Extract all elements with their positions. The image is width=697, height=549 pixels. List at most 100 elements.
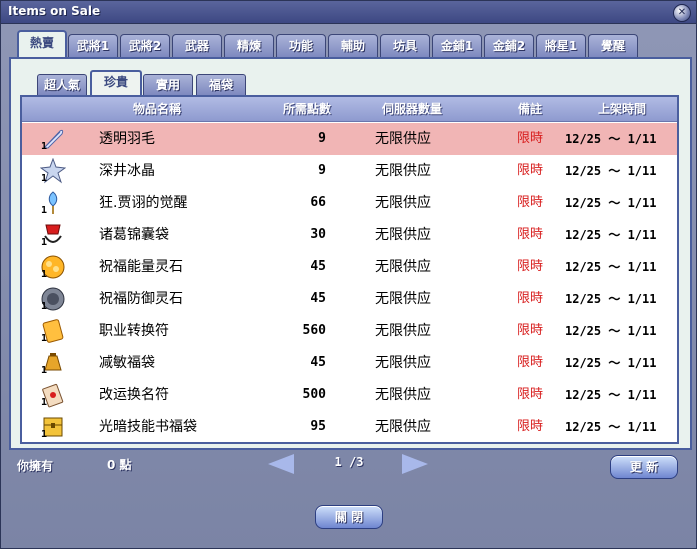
- item-note: 限時: [516, 291, 543, 306]
- item-quantity: 1: [41, 141, 48, 152]
- item-quantity: 1: [41, 397, 48, 408]
- item-name: 透明羽毛: [99, 131, 155, 147]
- item-period: 12/25 ～ 1/11: [565, 324, 657, 338]
- item-note: 限時: [516, 163, 543, 178]
- tab-general-star-1[interactable]: 將星1: [536, 34, 586, 57]
- item-period: 12/25 ～ 1/11: [565, 388, 657, 402]
- item-name: 光暗技能书福袋: [99, 419, 197, 435]
- tab-refine[interactable]: 精煉: [224, 34, 274, 57]
- tab-generals-2[interactable]: 武將2: [120, 34, 170, 57]
- close-window-icon[interactable]: ✕: [673, 4, 691, 22]
- item-stock: 无限供应: [375, 195, 431, 211]
- subtab-popular[interactable]: 超人氣: [37, 74, 87, 95]
- prev-page-arrow-icon[interactable]: [268, 454, 294, 474]
- tab-gold-shop-1[interactable]: 金鋪1: [432, 34, 482, 57]
- subtab-lucky-bag[interactable]: 福袋: [196, 74, 246, 95]
- item-note: 限時: [516, 419, 543, 434]
- item-name: 职业转换符: [99, 323, 169, 339]
- item-price: 45: [310, 291, 326, 306]
- item-quantity: 1: [41, 301, 48, 312]
- table-row[interactable]: 1 改运换名符 500 无限供应 限時 12/25 ～ 1/11: [22, 379, 677, 411]
- tab-support[interactable]: 輔助: [328, 34, 378, 57]
- item-price: 95: [310, 419, 326, 434]
- header-server-stock: 伺服器數量: [381, 102, 442, 116]
- item-quantity: 1: [41, 365, 48, 376]
- item-name: 诸葛锦囊袋: [99, 227, 169, 243]
- item-price: 45: [310, 259, 326, 274]
- item-period: 12/25 ～ 1/11: [565, 164, 657, 178]
- item-note: 限時: [516, 259, 543, 274]
- table-row[interactable]: 1 诸葛锦囊袋 30 无限供应 限時 12/25 ～ 1/11: [22, 219, 677, 251]
- item-note: 限時: [516, 387, 543, 402]
- window-title: Items on Sale: [8, 4, 101, 18]
- item-note: 限時: [516, 323, 543, 338]
- header-item-name: 物品名稱: [132, 102, 181, 116]
- items-table: 物品名稱 所需點數 伺服器數量 備註 上架時間 1 透明羽毛 9 无限供应 限時 12/2…: [20, 95, 679, 444]
- item-quantity: 1: [41, 173, 48, 184]
- page-indicator: 1 /3: [334, 455, 364, 469]
- item-name: 减敏福袋: [99, 355, 155, 371]
- pagination: 1 /3: [268, 452, 438, 476]
- item-period: 12/25 ～ 1/11: [565, 292, 657, 306]
- item-price: 500: [302, 387, 326, 402]
- close-button[interactable]: 關 閉: [315, 505, 383, 529]
- item-stock: 无限供应: [375, 227, 431, 243]
- table-row[interactable]: 1 光暗技能书福袋 95 无限供应 限時 12/25 ～ 1/11: [22, 411, 677, 443]
- item-price: 30: [310, 227, 326, 242]
- tab-awakening[interactable]: 覺醒: [588, 34, 638, 57]
- item-quantity: 1: [41, 333, 48, 344]
- item-stock: 无限供应: [375, 131, 431, 147]
- item-name: 祝福防御灵石: [99, 291, 183, 307]
- title-bar[interactable]: Items on Sale ✕: [1, 1, 696, 24]
- next-page-arrow-icon[interactable]: [402, 454, 428, 474]
- item-quantity: 1: [41, 237, 48, 248]
- item-stock: 无限供应: [375, 323, 431, 339]
- item-price: 560: [302, 323, 326, 338]
- item-name: 改运换名符: [99, 387, 169, 403]
- table-row[interactable]: 1 狂.贾诩的觉醒 66 无限供应 限時 12/25 ～ 1/11: [22, 187, 677, 219]
- tab-weapons[interactable]: 武器: [172, 34, 222, 57]
- table-row[interactable]: 1 职业转换符 560 无限供应 限時 12/25 ～ 1/11: [22, 315, 677, 347]
- table-row[interactable]: 1 祝福防御灵石 45 无限供应 限時 12/25 ～ 1/11: [22, 283, 677, 315]
- tab-hot[interactable]: 熱賣: [17, 30, 67, 60]
- owned-points-label: 你擁有: [17, 459, 54, 473]
- item-stock: 无限供应: [375, 291, 431, 307]
- table-row[interactable]: 1 透明羽毛 9 无限供应 限時 12/25 ～ 1/11: [22, 123, 677, 155]
- header-note: 備註: [517, 102, 542, 116]
- item-quantity: 1: [41, 269, 48, 280]
- tab-generals-1[interactable]: 武將1: [68, 34, 118, 57]
- header-price: 所需點數: [282, 102, 331, 116]
- refresh-button[interactable]: 更 新: [610, 455, 678, 479]
- table-header: 物品名稱 所需點數 伺服器數量 備註 上架時間: [22, 97, 677, 122]
- table-row[interactable]: 1 祝福能量灵石 45 无限供应 限時 12/25 ～ 1/11: [22, 251, 677, 283]
- item-note: 限時: [516, 227, 543, 242]
- owned-points-value: 0 點: [107, 458, 132, 472]
- item-note: 限時: [516, 131, 543, 146]
- item-period: 12/25 ～ 1/11: [565, 420, 657, 434]
- item-note: 限時: [516, 195, 543, 210]
- item-price: 66: [310, 195, 326, 210]
- item-stock: 无限供应: [375, 259, 431, 275]
- item-stock: 无限供应: [375, 163, 431, 179]
- tab-gold-shop-2[interactable]: 金鋪2: [484, 34, 534, 57]
- item-period: 12/25 ～ 1/11: [565, 228, 657, 242]
- item-period: 12/25 ～ 1/11: [565, 260, 657, 274]
- item-name: 祝福能量灵石: [99, 259, 183, 275]
- item-stock: 无限供应: [375, 419, 431, 435]
- item-price: 9: [318, 163, 326, 178]
- subtab-practical[interactable]: 實用: [143, 74, 193, 95]
- table-row[interactable]: 1 深井冰晶 9 无限供应 限時 12/25 ～ 1/11: [22, 155, 677, 187]
- tab-armor[interactable]: 坊具: [380, 34, 430, 57]
- tab-function[interactable]: 功能: [276, 34, 326, 57]
- item-price: 45: [310, 355, 326, 370]
- subtab-precious[interactable]: 珍貴: [90, 70, 142, 98]
- table-row[interactable]: 1 减敏福袋 45 无限供应 限時 12/25 ～ 1/11: [22, 347, 677, 379]
- header-sale-period: 上架時間: [597, 102, 646, 116]
- item-period: 12/25 ～ 1/11: [565, 196, 657, 210]
- item-name: 深井冰晶: [99, 163, 155, 179]
- item-period: 12/25 ～ 1/11: [565, 356, 657, 370]
- item-quantity: 1: [41, 205, 48, 216]
- item-price: 9: [318, 131, 326, 146]
- item-stock: 无限供应: [375, 387, 431, 403]
- item-note: 限時: [516, 355, 543, 370]
